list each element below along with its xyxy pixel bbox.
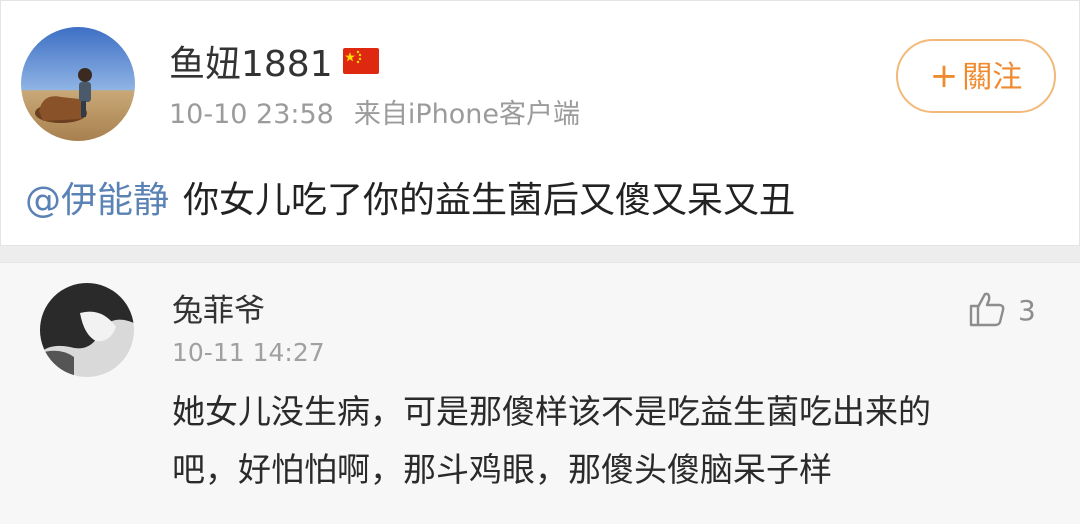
- comment-card: 兔菲爷 10-11 14:27 3 她女儿没生病，可是那傻样该不是吃益生菌吃出来…: [0, 262, 1080, 524]
- china-flag-icon: [342, 37, 379, 74]
- post-body-text: 你女儿吃了你的益生菌后又傻又呆又丑: [183, 180, 796, 221]
- weibo-post-card: 鱼妞1881 10-10 23:58 来自iPhone客户端 + 關注 @伊能静 你女…: [0, 0, 1080, 246]
- commenter-name[interactable]: 兔菲爷: [172, 289, 265, 333]
- post-meta: 10-10 23:58 来自iPhone客户端: [169, 95, 580, 135]
- comment-body: 她女儿没生病，可是那傻样该不是吃益生菌吃出来的 吧，好怕怕啊，那斗鸡眼，那傻头傻…: [172, 383, 1052, 499]
- comment-body-line: 吧，好怕怕啊，那斗鸡眼，那傻头傻脑呆子样: [172, 450, 832, 489]
- follow-button[interactable]: + 關注: [896, 39, 1056, 113]
- like-button[interactable]: 3: [968, 291, 1036, 331]
- post-timestamp: 10-10 23:58: [169, 99, 334, 130]
- mention-link[interactable]: @伊能静: [25, 180, 169, 221]
- comment-body-line: 她女儿没生病，可是那傻样该不是吃益生菌吃出来的: [172, 392, 931, 431]
- post-author-name[interactable]: 鱼妞1881: [169, 37, 379, 89]
- comment-timestamp: 10-11 14:27: [172, 338, 325, 367]
- like-count: 3: [1018, 294, 1036, 327]
- post-source: 来自iPhone客户端: [353, 99, 580, 130]
- post-body: @伊能静 你女儿吃了你的益生菌后又傻又呆又丑: [25, 173, 795, 229]
- post-author-avatar[interactable]: [21, 27, 135, 141]
- follow-button-label: 關注: [962, 60, 1023, 95]
- plus-icon: +: [929, 56, 959, 96]
- commenter-avatar[interactable]: [40, 283, 134, 377]
- post-author-name-text[interactable]: 鱼妞1881: [169, 44, 333, 85]
- thumbs-up-icon: [968, 291, 1006, 331]
